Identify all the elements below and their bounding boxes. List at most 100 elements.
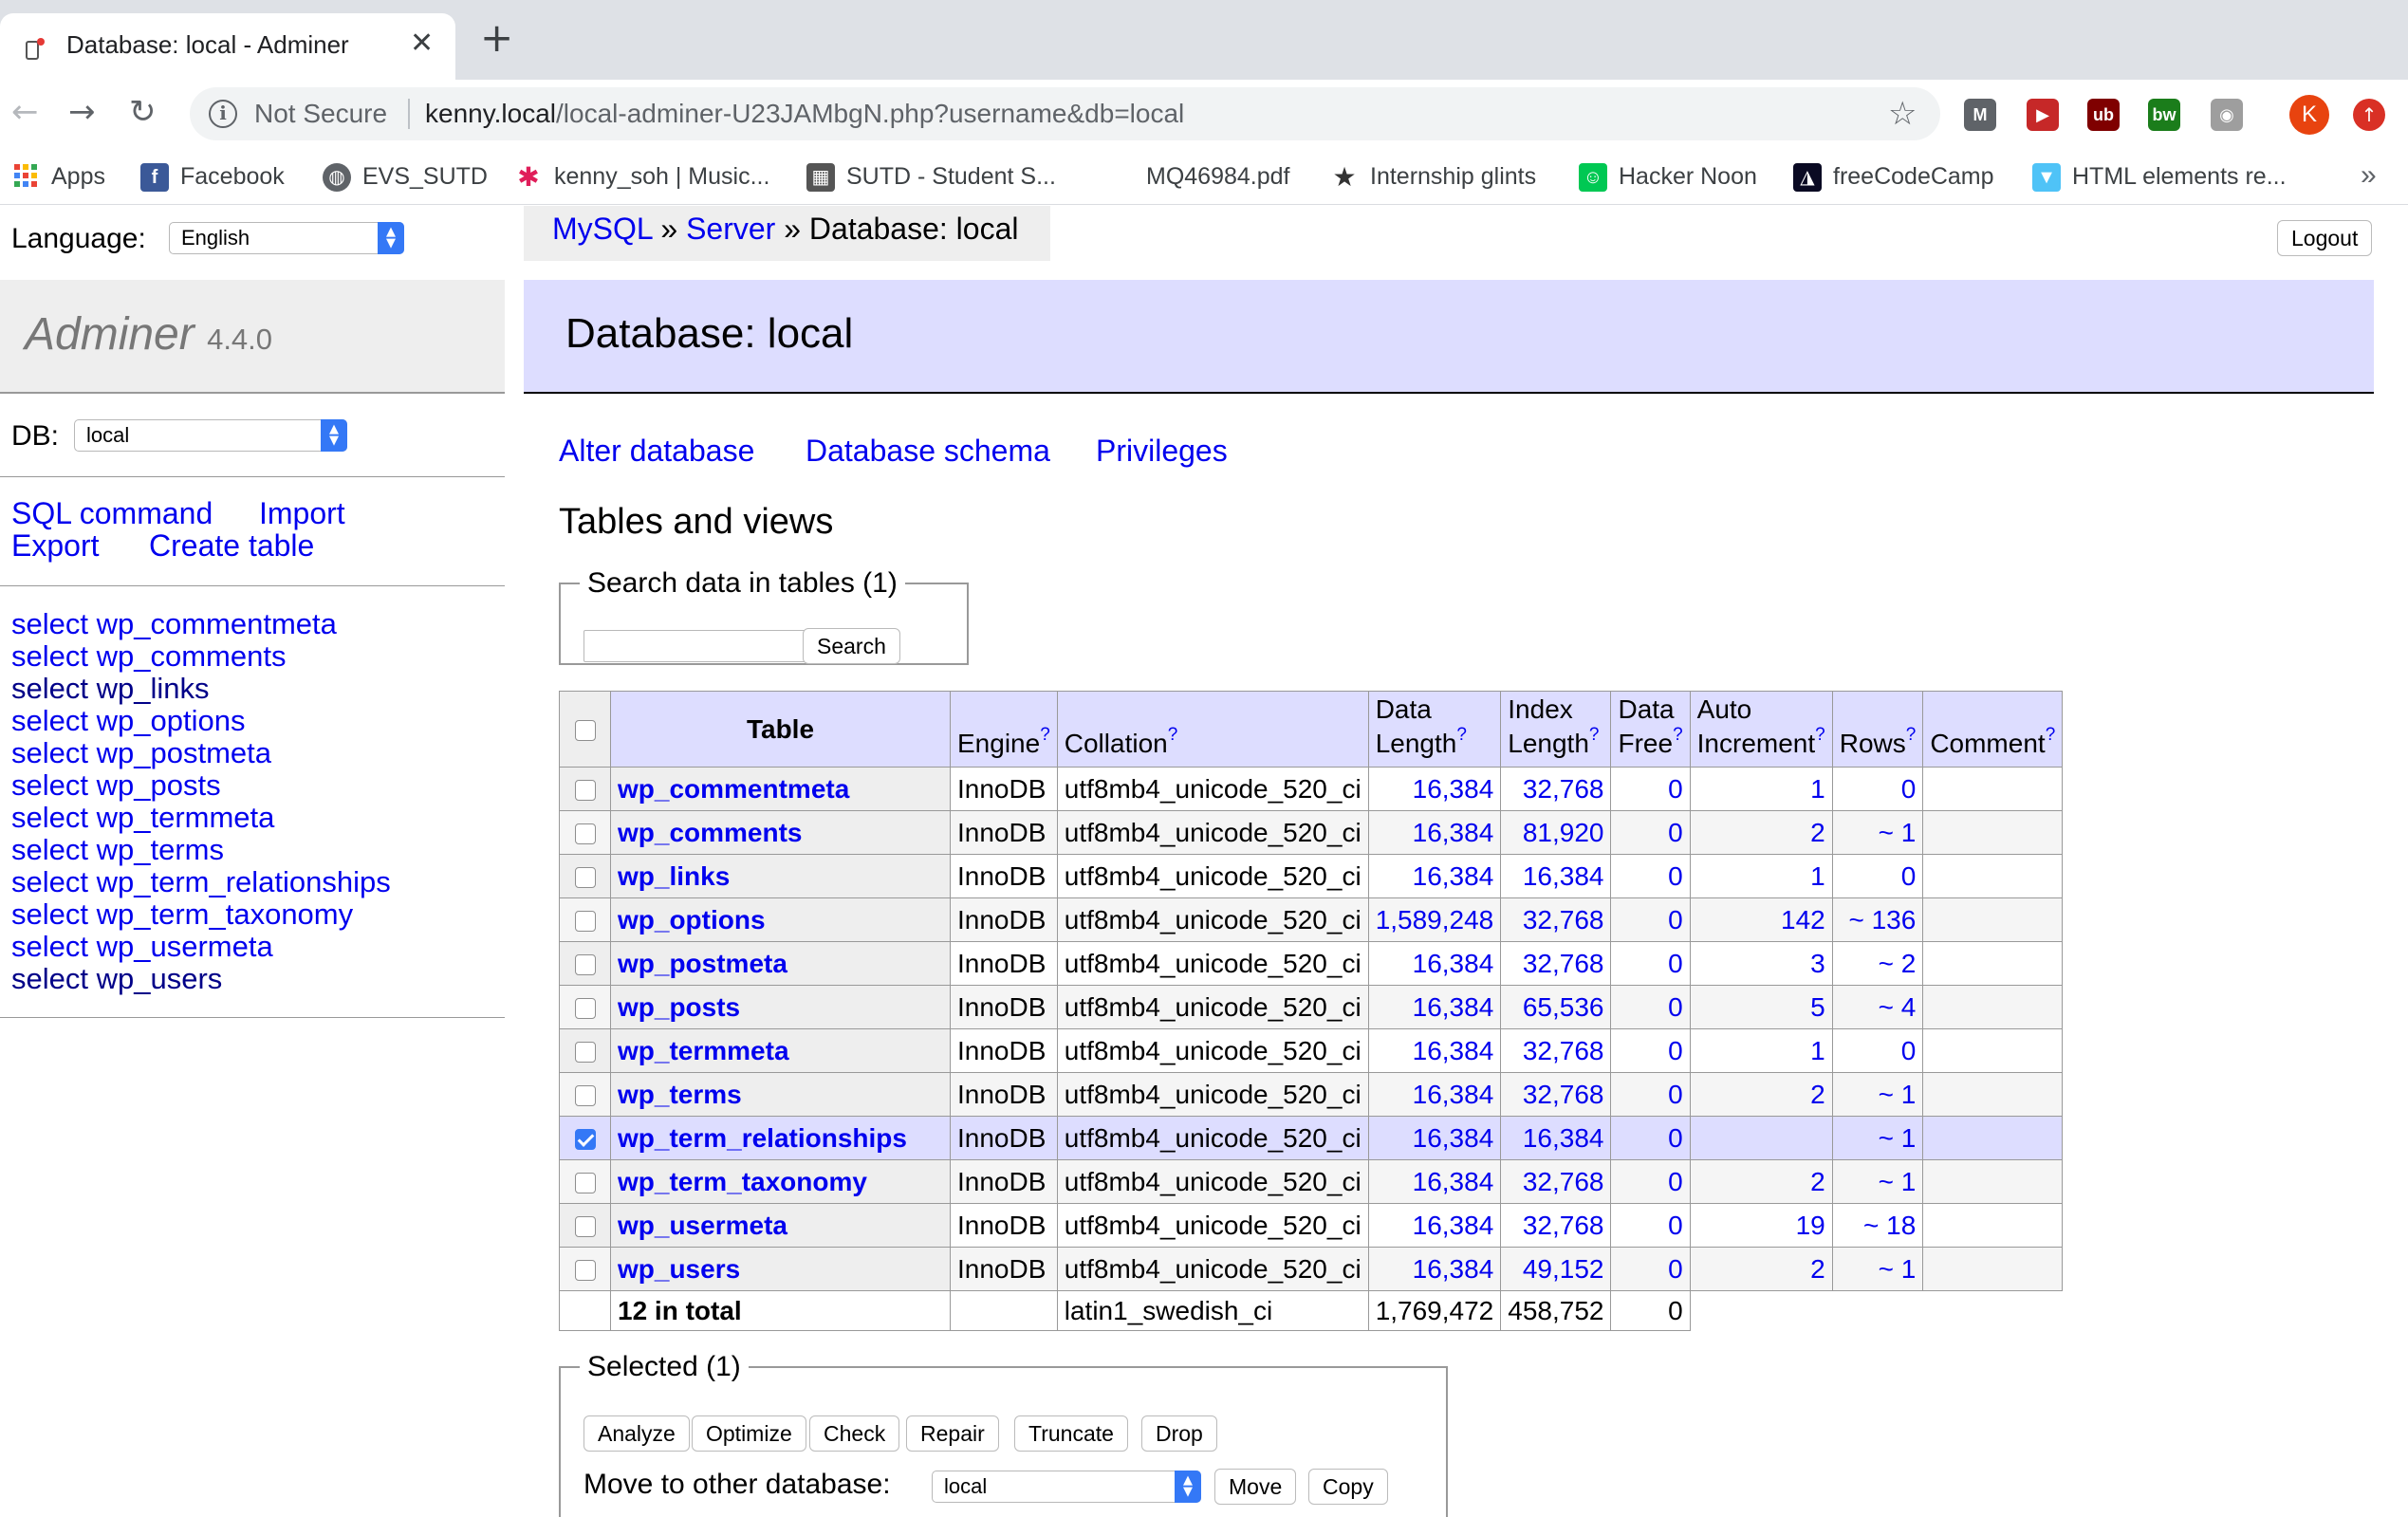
index-length-link[interactable]: 32,768 <box>1523 1036 1604 1065</box>
select-link[interactable]: select <box>11 672 88 705</box>
back-icon[interactable]: ← <box>11 93 39 131</box>
copy-button[interactable]: Copy <box>1308 1469 1388 1505</box>
row-checkbox[interactable] <box>574 911 596 933</box>
col-engine[interactable]: Engine? <box>950 691 1058 768</box>
auto-increment-link[interactable]: 2 <box>1810 1080 1825 1109</box>
browser-tab[interactable]: Database: local - Adminer ✕ <box>0 13 455 80</box>
breadcrumb-server[interactable]: Server <box>686 212 775 246</box>
analyze-button[interactable]: Analyze <box>583 1415 690 1452</box>
auto-increment-link[interactable]: 2 <box>1810 818 1825 847</box>
index-length-link[interactable]: 32,768 <box>1523 1080 1604 1109</box>
table-name-link[interactable]: wp_comments <box>618 818 803 847</box>
more-bookmarks-icon[interactable]: » <box>2361 159 2377 192</box>
alter-database-link[interactable]: Alter database <box>559 434 754 469</box>
index-length-link[interactable]: 81,920 <box>1523 818 1604 847</box>
rows-link[interactable]: ~ 1 <box>1879 1123 1917 1153</box>
table-structure-link[interactable]: wp_term_taxonomy <box>97 897 354 931</box>
table-name-link[interactable]: wp_term_taxonomy <box>618 1167 867 1196</box>
table-name-link[interactable]: wp_options <box>618 905 766 934</box>
move-button[interactable]: Move <box>1214 1469 1297 1505</box>
update-icon[interactable]: ↑ <box>2353 99 2385 131</box>
auto-increment-link[interactable]: 19 <box>1796 1211 1825 1240</box>
rows-link[interactable]: ~ 4 <box>1879 992 1917 1022</box>
language-select[interactable]: English ▲ ▼ <box>169 222 404 254</box>
help-icon[interactable]: ? <box>2046 725 2056 745</box>
check-button[interactable]: Check <box>809 1415 900 1452</box>
index-length-link[interactable]: 16,384 <box>1523 1123 1604 1153</box>
col-rows[interactable]: Rows? <box>1831 691 1924 768</box>
profile-avatar[interactable]: K <box>2289 95 2329 135</box>
index-length-link[interactable]: 49,152 <box>1523 1254 1604 1284</box>
help-icon[interactable]: ? <box>1815 725 1825 745</box>
select-link[interactable]: select <box>11 639 88 673</box>
auto-increment-link[interactable]: 5 <box>1810 992 1825 1022</box>
database-schema-link[interactable]: Database schema <box>806 434 1050 469</box>
help-icon[interactable]: ? <box>1906 725 1917 745</box>
logout-button[interactable]: Logout <box>2277 220 2373 256</box>
rows-link[interactable]: 0 <box>1901 774 1917 804</box>
create-table-link[interactable]: Create table <box>149 528 314 564</box>
table-structure-link[interactable]: wp_posts <box>97 768 221 802</box>
index-length-link[interactable]: 32,768 <box>1523 1167 1604 1196</box>
row-checkbox[interactable] <box>574 1042 596 1064</box>
db-select[interactable]: local ▲ ▼ <box>74 419 347 452</box>
search-input[interactable] <box>583 630 832 662</box>
drop-button[interactable]: Drop <box>1141 1415 1217 1452</box>
data-length-link[interactable]: 16,384 <box>1413 1211 1494 1240</box>
auto-increment-link[interactable]: 1 <box>1810 861 1825 891</box>
auto-increment-link[interactable]: 2 <box>1810 1167 1825 1196</box>
col-data-length[interactable]: Data Length? <box>1367 691 1502 768</box>
data-free-link[interactable]: 0 <box>1668 1211 1683 1240</box>
extension-icon[interactable]: ▶ <box>2027 99 2059 131</box>
bookmark-html-elements[interactable]: ▼ HTML elements re... <box>2032 157 2287 195</box>
adminer-logo[interactable]: Adminer 4.4.0 <box>25 308 272 361</box>
table-name-link[interactable]: wp_usermeta <box>618 1211 787 1240</box>
table-name-link[interactable]: wp_termmeta <box>618 1036 789 1065</box>
select-link[interactable]: select <box>11 930 88 963</box>
auto-increment-link[interactable]: 3 <box>1810 949 1825 978</box>
bookmark-freecodecamp[interactable]: ◮ freeCodeCamp <box>1793 157 1994 195</box>
row-checkbox[interactable] <box>574 1129 596 1151</box>
table-name-link[interactable]: wp_links <box>618 861 730 891</box>
select-link[interactable]: select <box>11 897 88 931</box>
data-length-link[interactable]: 16,384 <box>1413 1123 1494 1153</box>
data-free-link[interactable]: 0 <box>1668 992 1683 1022</box>
forward-icon[interactable]: → <box>68 93 96 131</box>
bookmark-evs-sutd[interactable]: ◍ EVS_SUTD <box>323 157 488 195</box>
help-icon[interactable]: ? <box>1673 725 1683 745</box>
table-name-link[interactable]: wp_users <box>618 1254 740 1284</box>
rows-link[interactable]: 0 <box>1901 861 1917 891</box>
table-structure-link[interactable]: wp_usermeta <box>97 930 273 963</box>
index-length-link[interactable]: 32,768 <box>1523 774 1604 804</box>
rows-link[interactable]: ~ 1 <box>1879 1167 1917 1196</box>
bookmark-star-icon[interactable]: ☆ <box>1888 95 1917 133</box>
table-structure-link[interactable]: wp_links <box>97 672 210 705</box>
repair-button[interactable]: Repair <box>906 1415 999 1452</box>
col-comment[interactable]: Comment? <box>1922 691 2064 768</box>
url-text[interactable]: kenny.local/local-adminer-U23JAMbgN.php?… <box>425 99 1184 129</box>
import-link[interactable]: Import <box>259 496 345 531</box>
data-free-link[interactable]: 0 <box>1668 905 1683 934</box>
data-length-link[interactable]: 16,384 <box>1413 1254 1494 1284</box>
index-length-link[interactable]: 32,768 <box>1523 905 1604 934</box>
table-name-link[interactable]: wp_commentmeta <box>618 774 849 804</box>
col-auto-increment[interactable]: Auto Increment? <box>1689 691 1833 768</box>
select-all-checkbox[interactable] <box>574 720 596 742</box>
info-icon[interactable]: i <box>209 100 237 128</box>
data-free-link[interactable]: 0 <box>1668 1036 1683 1065</box>
col-index-length[interactable]: Index Length? <box>1500 691 1612 768</box>
bookmark-mq46984[interactable]: MQ46984.pdf <box>1146 157 1290 195</box>
col-table[interactable]: Table <box>610 691 951 768</box>
sql-command-link[interactable]: SQL command <box>11 496 213 531</box>
select-link[interactable]: select <box>11 962 88 995</box>
bookmark-internship-glints[interactable]: ★ Internship glints <box>1330 157 1536 195</box>
select-link[interactable]: select <box>11 865 88 898</box>
rows-link[interactable]: 0 <box>1901 1036 1917 1065</box>
row-checkbox[interactable] <box>574 1260 596 1282</box>
select-link[interactable]: select <box>11 736 88 769</box>
auto-increment-link[interactable]: 1 <box>1810 774 1825 804</box>
privileges-link[interactable]: Privileges <box>1096 434 1228 469</box>
data-length-link[interactable]: 16,384 <box>1413 818 1494 847</box>
data-length-link[interactable]: 16,384 <box>1413 1080 1494 1109</box>
row-checkbox[interactable] <box>574 1085 596 1107</box>
